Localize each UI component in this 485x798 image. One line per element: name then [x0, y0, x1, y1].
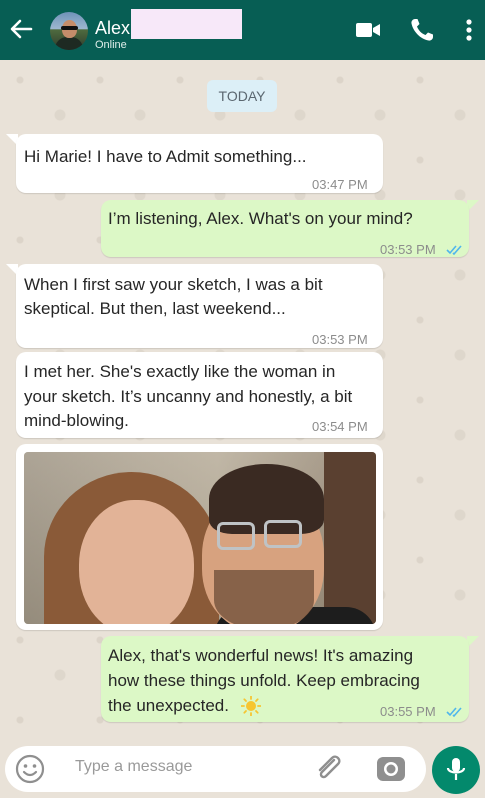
message-line: skeptical. But then, last weekend... — [24, 299, 286, 318]
video-call-icon[interactable] — [353, 15, 383, 45]
paperclip-icon[interactable] — [312, 752, 346, 786]
message-time: 03:47 PM — [312, 177, 368, 192]
arrow-left-icon[interactable] — [6, 14, 36, 44]
message-text: I’m listening, Alex. What's on your mind… — [108, 209, 413, 228]
shared-photo[interactable] — [24, 452, 376, 624]
message-line: how these things unfold. Keep embracing — [108, 671, 420, 690]
double-check-icon — [446, 245, 462, 256]
message-line: Alex, that's wonderful news! It's amazin… — [108, 646, 414, 665]
phone-icon[interactable] — [407, 15, 437, 45]
microphone-icon — [446, 758, 466, 780]
message-bubble-incoming[interactable]: When I first saw your sketch, I was a bi… — [16, 264, 383, 348]
message-line: mind-blowing. — [24, 411, 129, 430]
sun-emoji — [241, 696, 261, 716]
message-line: the unexpected. — [108, 696, 229, 715]
message-time: 03:54 PM — [312, 419, 368, 434]
message-bubble-outgoing[interactable]: I’m listening, Alex. What's on your mind… — [101, 200, 469, 257]
message-line: When I first saw your sketch, I was a bi… — [24, 275, 323, 294]
message-time: 03:55 PM — [380, 704, 436, 719]
message-line: your sketch. It’s uncanny and honestly, … — [24, 387, 353, 406]
more-vert-icon[interactable] — [455, 15, 485, 45]
avatar[interactable] — [50, 12, 88, 50]
message-composer[interactable] — [5, 746, 426, 792]
camera-icon[interactable] — [374, 752, 408, 786]
redaction-box — [131, 9, 242, 39]
double-check-icon — [446, 707, 462, 718]
contact-status: Online — [95, 39, 127, 51]
message-bubble-outgoing[interactable]: Alex, that's wonderful news! It's amazin… — [101, 636, 469, 722]
message-input[interactable]: Type a message — [75, 758, 192, 776]
date-divider: TODAY — [207, 80, 277, 112]
message-time: 03:53 PM — [380, 242, 436, 257]
message-text: Hi Marie! I have to Admit something... — [24, 147, 307, 166]
message-bubble-incoming[interactable]: Hi Marie! I have to Admit something... 0… — [16, 134, 383, 193]
message-time: 03:53 PM — [312, 332, 368, 347]
chat-header: Alex Online — [0, 0, 485, 60]
message-bubble-incoming[interactable]: I met her. She's exactly like the woman … — [16, 352, 383, 438]
emoji-icon[interactable] — [14, 753, 46, 785]
message-line: I met her. She's exactly like the woman … — [24, 362, 336, 381]
contact-name[interactable]: Alex — [95, 18, 130, 39]
microphone-button[interactable] — [432, 746, 480, 794]
